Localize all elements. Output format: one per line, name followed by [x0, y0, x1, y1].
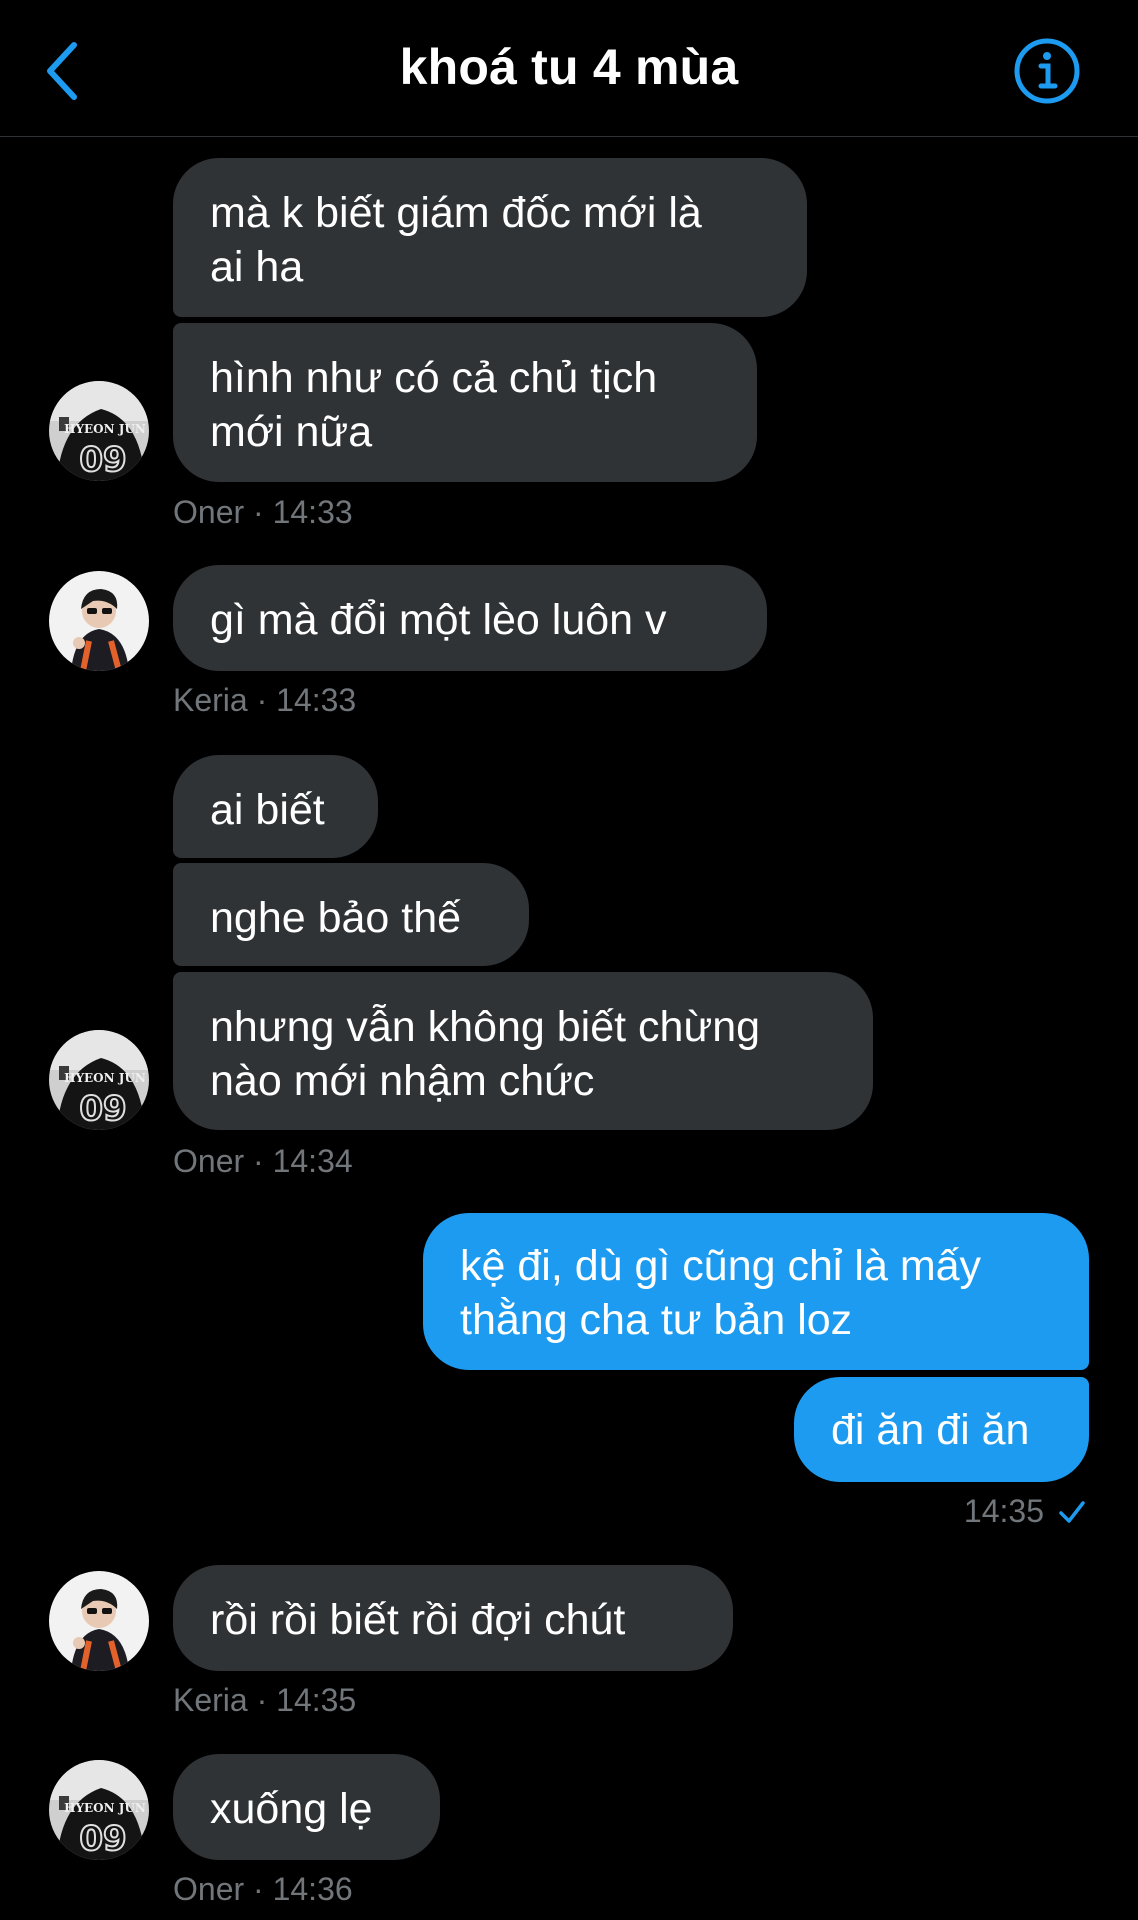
message-timestamp: 14:35 [963, 1493, 1044, 1529]
sent-check-icon [1059, 1500, 1085, 1523]
message-meta: Keria · 14:35 [173, 1682, 357, 1718]
info-button[interactable] [1012, 36, 1082, 106]
jersey-number: 09 [79, 440, 126, 480]
jersey-text: HYEON JUN [64, 1071, 146, 1085]
avatar-oner[interactable]: HYEON JUN 09 [49, 1030, 149, 1130]
message-bubble-incoming[interactable]: xuống lẹ [173, 1754, 440, 1860]
jersey-text: HYEON JUN [64, 422, 146, 436]
avatar-keria[interactable] [49, 1571, 149, 1671]
message-bubble-incoming[interactable]: nghe bảo thế [173, 863, 529, 966]
jersey-text: HYEON JUN [64, 1801, 146, 1815]
message-meta: Oner · 14:36 [173, 1871, 353, 1907]
message-bubble-incoming[interactable]: mà k biết giám đốc mới là ai ha [173, 158, 807, 317]
conversation-title[interactable]: khoá tu 4 mùa [0, 38, 1138, 96]
message-bubble-outgoing[interactable]: đi ăn đi ăn [794, 1377, 1089, 1482]
message-bubble-incoming[interactable]: nhưng vẫn không biết chừng nào mới nhậm … [173, 972, 873, 1130]
avatar-keria[interactable] [49, 571, 149, 671]
message-meta: Oner · 14:33 [173, 494, 353, 530]
conversation-header: khoá tu 4 mùa [0, 0, 1138, 137]
message-list[interactable]: mà k biết giám đốc mới là ai ha hình như… [0, 137, 1138, 1920]
message-bubble-incoming[interactable]: hình như có cả chủ tịch mới nữa [173, 323, 757, 482]
message-meta: Keria · 14:33 [173, 682, 357, 718]
message-bubble-incoming[interactable]: ai biết [173, 755, 378, 858]
info-circle-icon [1014, 38, 1080, 104]
message-bubble-incoming[interactable]: gì mà đổi một lèo luôn v [173, 565, 767, 671]
message-meta: 14:35 [964, 1493, 1086, 1530]
message-bubble-incoming[interactable]: rồi rồi biết rồi đợi chút [173, 1565, 733, 1671]
avatar-oner[interactable]: HYEON JUN 09 [49, 1760, 149, 1860]
jersey-number: 09 [79, 1089, 126, 1129]
message-meta: Oner · 14:34 [173, 1143, 353, 1179]
jersey-number: 09 [79, 1819, 126, 1859]
message-bubble-outgoing[interactable]: kệ đi, dù gì cũng chỉ là mấy thằng cha t… [423, 1213, 1089, 1370]
avatar-oner[interactable]: HYEON JUN 09 [49, 381, 149, 481]
